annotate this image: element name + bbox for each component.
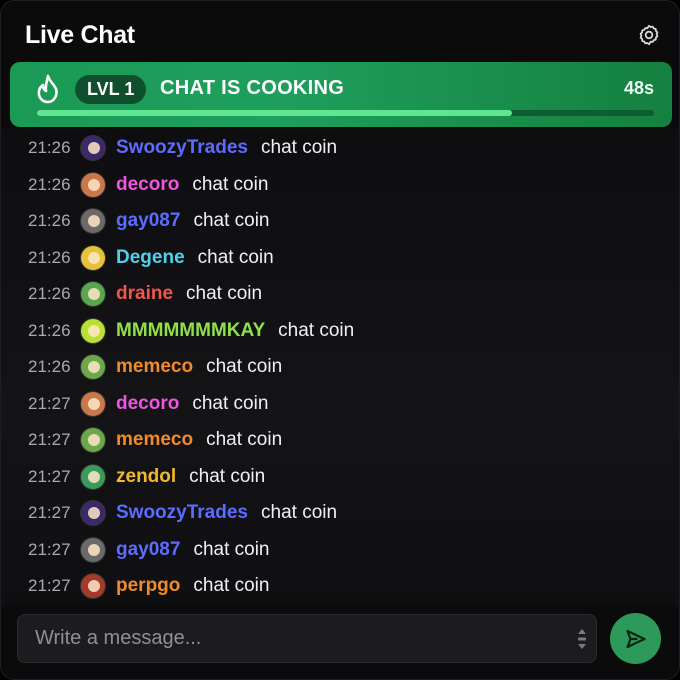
flame-icon bbox=[34, 73, 62, 105]
message-time: 21:26 bbox=[28, 174, 71, 194]
avatar[interactable] bbox=[80, 463, 106, 490]
message-username[interactable]: draine bbox=[116, 283, 173, 305]
chat-title: Live Chat bbox=[25, 20, 135, 49]
banner-timer: 48s bbox=[623, 78, 654, 98]
message-time: 21:27 bbox=[28, 430, 71, 449]
message-text: chat coin bbox=[192, 173, 269, 195]
message-text: chat coin bbox=[206, 356, 283, 377]
chat-message: 21:26 memeco chat coin bbox=[28, 352, 282, 382]
message-text: chat coin bbox=[189, 465, 266, 487]
send-icon bbox=[625, 629, 646, 648]
message-username[interactable]: decoro bbox=[116, 393, 179, 415]
avatar[interactable] bbox=[80, 427, 106, 453]
message-username[interactable]: gay087 bbox=[116, 539, 180, 561]
message-username[interactable]: gay087 bbox=[116, 210, 180, 232]
message-time: 21:27 bbox=[28, 539, 71, 559]
chat-message: 21:26 decoro chat coin bbox=[28, 170, 268, 200]
message-username[interactable]: Degene bbox=[116, 247, 185, 269]
message-time: 21:26 bbox=[28, 320, 71, 340]
avatar[interactable] bbox=[80, 244, 106, 271]
banner-message: CHAT IS COOKING bbox=[160, 77, 345, 99]
message-username[interactable]: memeco bbox=[116, 356, 193, 378]
avatar[interactable] bbox=[80, 171, 106, 198]
message-text: chat coin bbox=[206, 429, 283, 450]
level-badge: LVL 1 bbox=[75, 75, 147, 104]
message-text: chat coin bbox=[193, 575, 270, 596]
composer bbox=[1, 605, 679, 679]
avatar[interactable] bbox=[80, 500, 106, 526]
chat-message: 21:26 gay087 chat coin bbox=[28, 206, 270, 236]
message-username[interactable]: SwoozyTrades bbox=[116, 502, 248, 524]
gear-icon[interactable] bbox=[635, 21, 663, 49]
level-banner: LVL 1 CHAT IS COOKING 48s bbox=[10, 62, 672, 127]
message-time: 21:27 bbox=[28, 576, 71, 595]
message-username[interactable]: SwoozyTrades bbox=[116, 137, 248, 159]
message-username[interactable]: memeco bbox=[116, 429, 193, 451]
avatar[interactable] bbox=[80, 573, 106, 599]
avatar[interactable] bbox=[80, 208, 106, 234]
chat-message: 21:26 SwoozyTrades chat coin bbox=[28, 133, 337, 163]
message-username[interactable]: decoro bbox=[116, 174, 179, 196]
chat-message: 21:27 gay087 chat coin bbox=[28, 535, 270, 565]
send-button[interactable] bbox=[610, 613, 661, 664]
resize-handle-icon[interactable] bbox=[576, 628, 588, 650]
message-time: 21:26 bbox=[28, 211, 71, 230]
message-time: 21:26 bbox=[28, 357, 71, 376]
message-input-box[interactable] bbox=[17, 614, 597, 663]
message-text: chat coin bbox=[261, 137, 338, 158]
message-list[interactable]: 21:26 SwoozyTrades chat coin 21:26 decoro cha… bbox=[1, 129, 679, 605]
avatar[interactable] bbox=[80, 317, 106, 344]
message-text: chat coin bbox=[278, 319, 355, 341]
level-progress-fill bbox=[37, 110, 513, 116]
chat-message: 21:26 MMMMMMMKAY chat coin bbox=[28, 316, 354, 346]
message-text: chat coin bbox=[261, 502, 338, 523]
message-text: chat coin bbox=[193, 538, 270, 560]
chat-message: 21:27 decoro chat coin bbox=[28, 389, 268, 419]
chat-header: Live Chat bbox=[25, 17, 663, 53]
message-text: chat coin bbox=[192, 392, 269, 414]
avatar[interactable] bbox=[80, 281, 106, 307]
chat-message: 21:26 draine chat coin bbox=[28, 279, 262, 309]
avatar[interactable] bbox=[80, 354, 106, 380]
message-text: chat coin bbox=[193, 210, 270, 231]
avatar[interactable] bbox=[80, 390, 106, 417]
chat-message: 21:27 SwoozyTrades chat coin bbox=[28, 498, 337, 528]
live-chat-panel: Live Chat LVL 1 CHAT IS COOKING 48s 21:2… bbox=[0, 0, 680, 680]
message-text: chat coin bbox=[186, 283, 263, 304]
message-time: 21:26 bbox=[28, 284, 71, 303]
message-username[interactable]: perpgo bbox=[116, 575, 180, 597]
message-time: 21:27 bbox=[28, 466, 71, 486]
chat-message: 21:26 Degene chat coin bbox=[28, 243, 274, 273]
chat-message: 21:27 zendol chat coin bbox=[28, 462, 265, 492]
chat-message: 21:27 perpgo chat coin bbox=[28, 571, 269, 601]
message-time: 21:26 bbox=[28, 138, 71, 157]
message-username[interactable]: zendol bbox=[116, 466, 176, 488]
chat-message: 21:27 memeco chat coin bbox=[28, 425, 282, 455]
avatar[interactable] bbox=[80, 135, 106, 161]
message-input[interactable] bbox=[35, 615, 555, 662]
message-username[interactable]: MMMMMMMKAY bbox=[116, 320, 265, 342]
message-time: 21:27 bbox=[28, 503, 71, 522]
level-progress-track bbox=[37, 110, 654, 116]
message-text: chat coin bbox=[197, 246, 274, 268]
avatar[interactable] bbox=[80, 536, 106, 563]
message-time: 21:27 bbox=[28, 393, 71, 413]
message-time: 21:26 bbox=[28, 247, 71, 267]
